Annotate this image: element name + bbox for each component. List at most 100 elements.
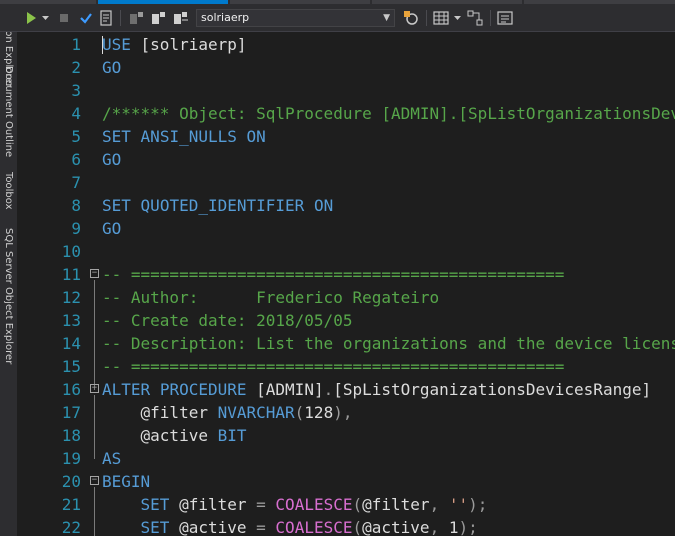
code-token: AS xyxy=(102,449,122,468)
code-token: QUOTED_IDENTIFIER xyxy=(140,196,305,215)
collapse-icon[interactable]: − xyxy=(90,476,99,485)
code-text: SET ANSI_NULLS ON xyxy=(102,125,266,148)
code-token: 128 xyxy=(304,403,334,422)
code-text: SET @active = COALESCE(@active, 1); xyxy=(102,516,478,536)
parse-check-icon[interactable] xyxy=(78,10,94,26)
code-token: ANSI_NULLS xyxy=(140,127,237,146)
code-text: @active BIT xyxy=(102,424,247,447)
line-number: 3 xyxy=(71,81,81,100)
line-number: 5 xyxy=(71,127,81,146)
code-editor[interactable]: 1 USE [solriaerp] 2 GO 3 4 /****** Object: Sql… xyxy=(17,32,675,536)
code-token: -- Description: List the organizations a… xyxy=(102,334,675,353)
code-line[interactable]: 21 SET @filter = COALESCE(@filter, ''); xyxy=(17,493,675,516)
change-connection-icon[interactable] xyxy=(150,10,168,26)
line-number: 21 xyxy=(61,495,81,514)
code-token: BEGIN xyxy=(102,472,151,491)
code-line[interactable]: 4 /****** Object: SqlProcedure [ADMIN].[S… xyxy=(17,102,675,125)
code-token: ( xyxy=(352,518,363,536)
results-grid-icon[interactable] xyxy=(432,10,450,26)
code-token: -- =====================================… xyxy=(102,265,565,284)
sql-server-object-explorer-tab[interactable]: SQL Server Object Explorer xyxy=(3,228,14,364)
code-line[interactable]: 3 xyxy=(17,79,675,102)
code-token: SET xyxy=(102,127,131,146)
code-line[interactable]: 17 @filter NVARCHAR(128), xyxy=(17,401,675,424)
line-number: 6 xyxy=(71,150,81,169)
code-text: AS xyxy=(102,447,121,470)
code-token: USE xyxy=(102,35,131,54)
code-line[interactable]: 6 GO xyxy=(17,148,675,171)
code-text: -- Author: Frederico Regateiro xyxy=(102,286,439,309)
code-text: GO xyxy=(102,56,121,79)
display-plan-icon[interactable] xyxy=(98,10,114,26)
code-token: GO xyxy=(102,58,122,77)
code-token: -- Author: Frederico Regateiro xyxy=(102,288,440,307)
line-number: 14 xyxy=(61,334,81,353)
code-text: SET QUOTED_IDENTIFIER ON xyxy=(102,194,333,217)
code-line[interactable]: 11− -- ==================================… xyxy=(17,263,675,286)
line-number: 16 xyxy=(61,380,81,399)
document-outline-tab[interactable]: Document Outline xyxy=(3,66,14,157)
code-line[interactable]: 5 SET ANSI_NULLS ON xyxy=(17,125,675,148)
collapse-icon[interactable]: − xyxy=(90,269,99,278)
code-token: -- =====================================… xyxy=(102,357,565,376)
code-line[interactable]: 16− ALTER PROCEDURE [ADMIN].[SpListOrgani… xyxy=(17,378,675,401)
line-number: 7 xyxy=(71,173,81,192)
code-line[interactable]: 19 AS xyxy=(17,447,675,470)
code-token: SET xyxy=(140,518,170,536)
code-line[interactable]: 12 -- Author: Frederico Regateiro xyxy=(17,286,675,309)
toolbox-tab[interactable]: Toolbox xyxy=(3,172,14,210)
code-token: [ADMIN] xyxy=(246,380,324,399)
code-token: ( xyxy=(294,403,305,422)
code-token: ( xyxy=(352,495,363,514)
code-line[interactable]: 18 @active BIT xyxy=(17,424,675,447)
code-token: GO xyxy=(102,150,122,169)
connect-icon[interactable] xyxy=(128,10,146,26)
code-token: = xyxy=(256,495,266,514)
results-to-text-icon[interactable] xyxy=(496,10,514,26)
code-text: ALTER PROCEDURE [ADMIN].[SpListOrganizat… xyxy=(102,378,651,401)
code-token: ), xyxy=(333,403,353,422)
line-number: 13 xyxy=(61,311,81,330)
code-line[interactable]: 7 xyxy=(17,171,675,194)
code-line[interactable]: 1 USE [solriaerp] xyxy=(17,33,675,56)
code-line[interactable]: 13 -- Create date: 2018/05/05 xyxy=(17,309,675,332)
sql-settings-icon[interactable] xyxy=(402,10,420,26)
code-line[interactable]: 15 -- ===================================… xyxy=(17,355,675,378)
line-number: 4 xyxy=(71,104,81,123)
execute-icon[interactable] xyxy=(24,10,38,26)
code-line[interactable]: 20− BEGIN xyxy=(17,470,675,493)
schema-compare-icon[interactable] xyxy=(466,10,484,26)
database-select[interactable]: solriaerp ▼ xyxy=(196,9,395,27)
code-token: ALTER xyxy=(102,380,151,399)
code-text: GO xyxy=(102,148,121,171)
code-line[interactable]: 2 GO xyxy=(17,56,675,79)
code-line[interactable]: 8 SET QUOTED_IDENTIFIER ON xyxy=(17,194,675,217)
code-token: @filter xyxy=(102,403,218,422)
collapse-icon[interactable]: − xyxy=(90,384,99,393)
code-token: @active xyxy=(169,518,257,536)
line-number: 10 xyxy=(61,242,81,261)
stop-icon[interactable] xyxy=(57,10,71,26)
code-token: ); xyxy=(468,495,488,514)
sql-editor-toolbar: solriaerp ▼ xyxy=(0,4,675,32)
code-token: /****** Object: SqlProcedure [ADMIN].[Sp… xyxy=(102,104,675,123)
code-text: SET @filter = COALESCE(@filter, ''); xyxy=(102,493,488,516)
chevron-down-icon[interactable] xyxy=(40,10,50,26)
code-token: @filter xyxy=(169,495,257,514)
line-number: 17 xyxy=(61,403,81,422)
code-token: -- Create date: 2018/05/05 xyxy=(102,311,353,330)
code-token: GO xyxy=(102,219,122,238)
code-line[interactable]: 22 SET @active = COALESCE(@active, 1); xyxy=(17,516,675,536)
code-token: , xyxy=(429,495,440,514)
disconnect-icon[interactable] xyxy=(172,10,190,26)
code-line[interactable]: 14 -- Description: List the organizations… xyxy=(17,332,675,355)
code-line[interactable]: 10 xyxy=(17,240,675,263)
code-line[interactable]: 9 GO xyxy=(17,217,675,240)
line-number: 2 xyxy=(71,58,81,77)
chevron-down-icon[interactable] xyxy=(452,10,462,26)
